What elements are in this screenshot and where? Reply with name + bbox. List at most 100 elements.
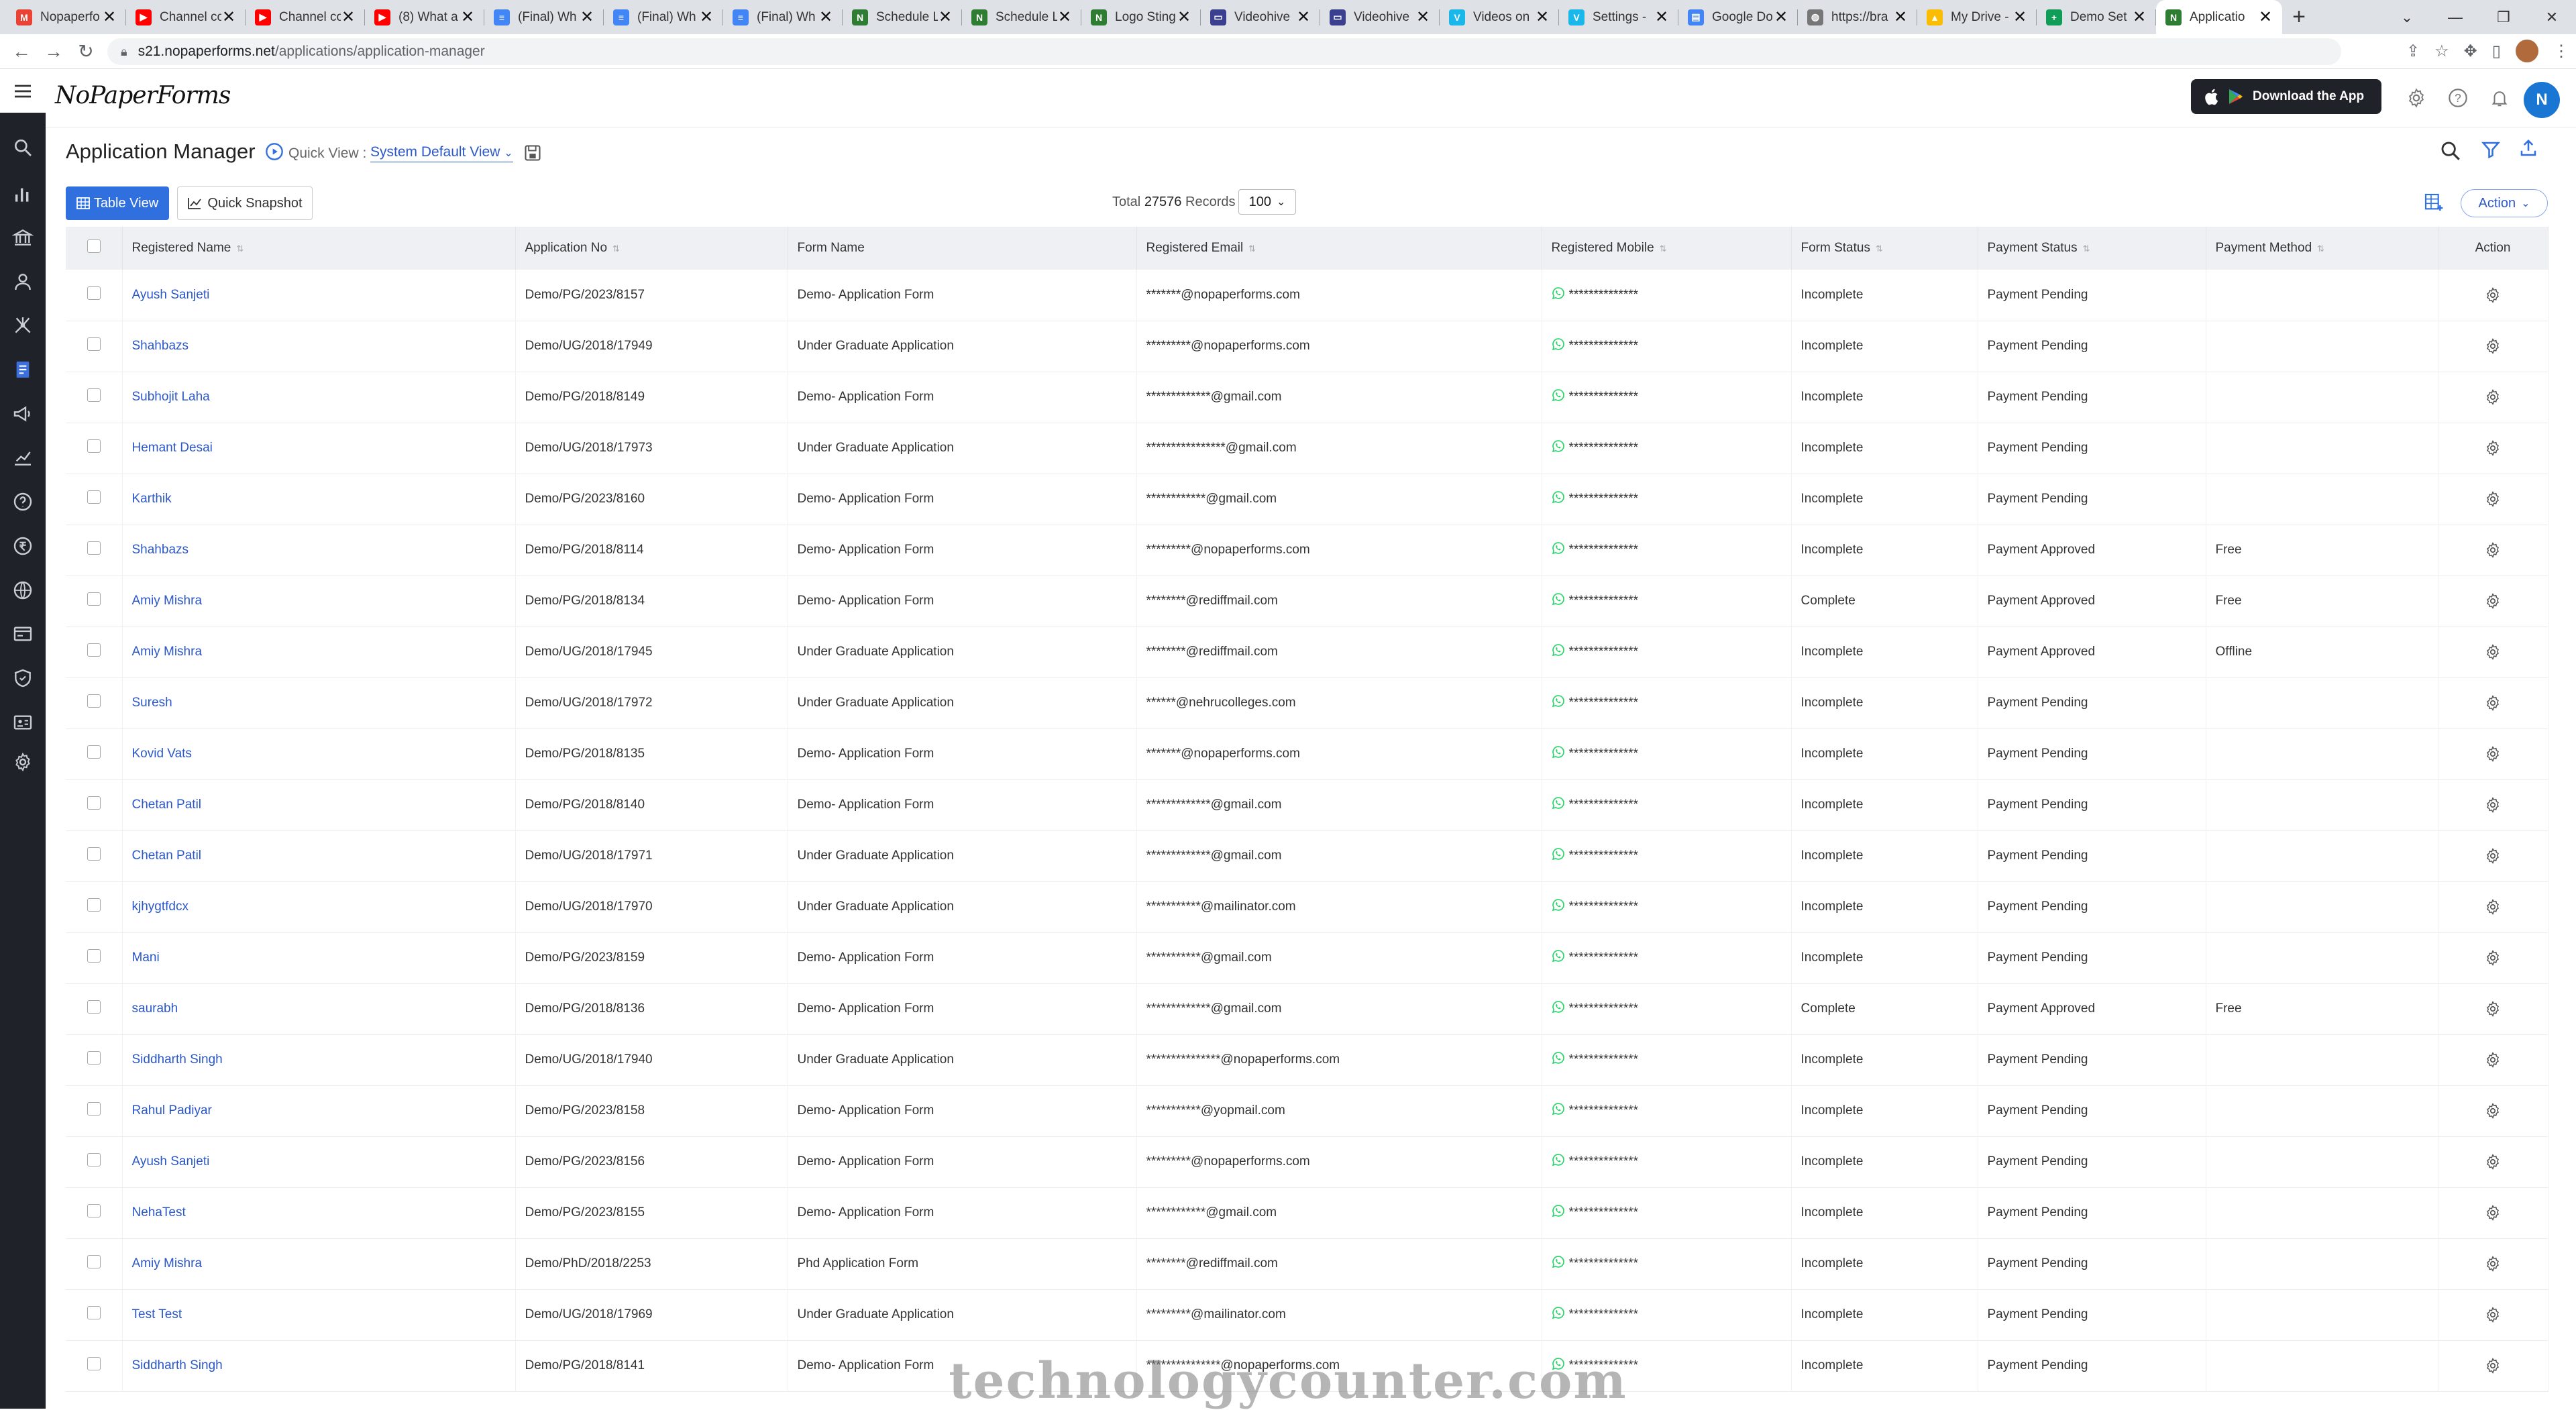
gear-icon[interactable] [2484, 1154, 2502, 1170]
registered-name-link[interactable]: kjhygtfdcx [122, 881, 516, 932]
browser-tab[interactable]: ▤ Google Do ✕ [1678, 0, 1798, 34]
filter-icon[interactable] [2481, 140, 2501, 160]
gear-icon[interactable] [2484, 491, 2502, 507]
registered-name-link[interactable]: Chetan Patil [122, 830, 516, 881]
gear-icon[interactable] [2484, 695, 2502, 711]
applications-icon[interactable] [0, 356, 46, 383]
gear-icon[interactable] [2484, 440, 2502, 456]
settings-gear-icon[interactable] [2403, 85, 2430, 111]
tab-close-icon[interactable]: ✕ [1057, 7, 1072, 27]
row-checkbox[interactable] [66, 1136, 123, 1187]
select-all-checkbox[interactable] [66, 227, 123, 270]
per-page-select[interactable]: 100 ⌄ [1238, 189, 1296, 215]
network-icon[interactable] [0, 312, 46, 339]
browser-tab[interactable]: ▶ (8) What a ✕ [365, 0, 484, 34]
user-avatar[interactable]: N [2524, 82, 2560, 118]
browser-tab[interactable]: ▭ Videohive ✕ [1320, 0, 1440, 34]
tab-close-icon[interactable]: ✕ [580, 7, 594, 27]
row-checkbox[interactable] [66, 321, 123, 372]
billing-icon[interactable] [0, 620, 46, 647]
back-icon[interactable]: ← [5, 41, 38, 62]
header-payment-method[interactable]: Payment Method ⇅ [2206, 227, 2438, 270]
institution-icon[interactable] [0, 224, 46, 251]
tab-close-icon[interactable]: ✕ [102, 7, 117, 27]
tab-search-icon[interactable]: ⌄ [2383, 9, 2431, 26]
gear-icon[interactable] [2484, 848, 2502, 864]
registered-name-link[interactable]: saurabh [122, 983, 516, 1034]
sort-icon[interactable]: ⇅ [2083, 243, 2090, 254]
row-checkbox[interactable] [66, 1034, 123, 1085]
registered-name-link[interactable]: Ayush Sanjeti [122, 270, 516, 321]
gear-icon[interactable] [2484, 542, 2502, 558]
tab-close-icon[interactable]: ✕ [938, 7, 953, 27]
close-window-button[interactable]: ✕ [2528, 9, 2576, 26]
forward-icon[interactable]: → [38, 41, 70, 62]
browser-menu-icon[interactable]: ⋮ [2553, 42, 2569, 61]
shield-icon[interactable] [0, 665, 46, 692]
action-dropdown[interactable]: Action ⌄ [2461, 189, 2548, 217]
header-registered-mobile[interactable]: Registered Mobile ⇅ [1542, 227, 1792, 270]
browser-tab[interactable]: V Videos on ✕ [1440, 0, 1559, 34]
registered-name-link[interactable]: Siddharth Singh [122, 1034, 516, 1085]
browser-tab[interactable]: ▭ Videohive ✕ [1201, 0, 1320, 34]
reload-icon[interactable]: ↻ [70, 40, 102, 62]
settings-icon[interactable] [0, 749, 46, 775]
header-registered-email[interactable]: Registered Email ⇅ [1136, 227, 1542, 270]
gear-icon[interactable] [2484, 1307, 2502, 1323]
row-checkbox[interactable] [66, 1238, 123, 1289]
share-icon[interactable]: ⇪ [2406, 42, 2420, 61]
new-tab-button[interactable]: + [2282, 0, 2316, 34]
registered-name-link[interactable]: Rahul Padiyar [122, 1085, 516, 1136]
hamburger-icon[interactable] [0, 70, 46, 113]
row-checkbox[interactable] [66, 1289, 123, 1340]
row-checkbox[interactable] [66, 728, 123, 779]
row-checkbox[interactable] [66, 779, 123, 830]
row-checkbox[interactable] [66, 983, 123, 1034]
tab-close-icon[interactable]: ✕ [341, 7, 356, 27]
gear-icon[interactable] [2484, 1001, 2502, 1017]
browser-tab[interactable]: M Nopaperfo ✕ [7, 0, 126, 34]
sort-icon[interactable]: ⇅ [1660, 243, 1667, 254]
help-icon[interactable] [0, 488, 46, 515]
person-icon[interactable] [0, 268, 46, 295]
save-view-icon[interactable] [523, 144, 542, 162]
gear-icon[interactable] [2484, 797, 2502, 813]
rupee-icon[interactable] [0, 533, 46, 559]
header-application-no[interactable]: Application No ⇅ [515, 227, 788, 270]
browser-tab[interactable]: V Settings - ✕ [1559, 0, 1678, 34]
row-checkbox[interactable] [66, 830, 123, 881]
download-app-button[interactable]: Download the App [2191, 79, 2381, 114]
gear-icon[interactable] [2484, 1052, 2502, 1068]
bar-chart-icon[interactable] [0, 181, 46, 208]
gear-icon[interactable] [2484, 1205, 2502, 1221]
header-registered-name[interactable]: Registered Name ⇅ [122, 227, 516, 270]
notification-bell-icon[interactable] [2486, 85, 2513, 111]
tab-close-icon[interactable]: ✕ [1774, 7, 1788, 27]
registered-name-link[interactable]: Ayush Sanjeti [122, 1136, 516, 1187]
browser-tab[interactable]: N Schedule L ✕ [962, 0, 1081, 34]
registered-name-link[interactable]: Kovid Vats [122, 728, 516, 779]
search-icon[interactable] [0, 134, 46, 161]
gear-icon[interactable] [2484, 644, 2502, 660]
gear-icon[interactable] [2484, 1103, 2502, 1119]
browser-profile-avatar[interactable] [2516, 40, 2538, 62]
sidepanel-icon[interactable]: ▯ [2492, 42, 2501, 61]
row-checkbox[interactable] [66, 576, 123, 627]
browser-tab[interactable]: ≡ (Final) Wh ✕ [723, 0, 843, 34]
tab-close-icon[interactable]: ✕ [221, 7, 236, 27]
search-icon[interactable] [2439, 140, 2462, 162]
browser-tab[interactable]: ◍ https://bra ✕ [1798, 0, 1917, 34]
tab-close-icon[interactable]: ✕ [2258, 7, 2273, 27]
browser-tab[interactable]: ≡ (Final) Wh ✕ [604, 0, 723, 34]
gear-icon[interactable] [2484, 593, 2502, 609]
row-checkbox[interactable] [66, 627, 123, 677]
registered-name-link[interactable]: Suresh [122, 677, 516, 728]
tab-close-icon[interactable]: ✕ [1535, 7, 1550, 27]
id-card-icon[interactable] [0, 709, 46, 736]
registered-name-link[interactable]: Karthik [122, 474, 516, 525]
gear-icon[interactable] [2484, 899, 2502, 915]
sort-icon[interactable]: ⇅ [1876, 243, 1883, 254]
browser-tab[interactable]: ▶ Channel co ✕ [126, 0, 246, 34]
tab-close-icon[interactable]: ✕ [2132, 7, 2147, 27]
quick-view-dropdown[interactable]: System Default View ⌄ [370, 144, 513, 162]
